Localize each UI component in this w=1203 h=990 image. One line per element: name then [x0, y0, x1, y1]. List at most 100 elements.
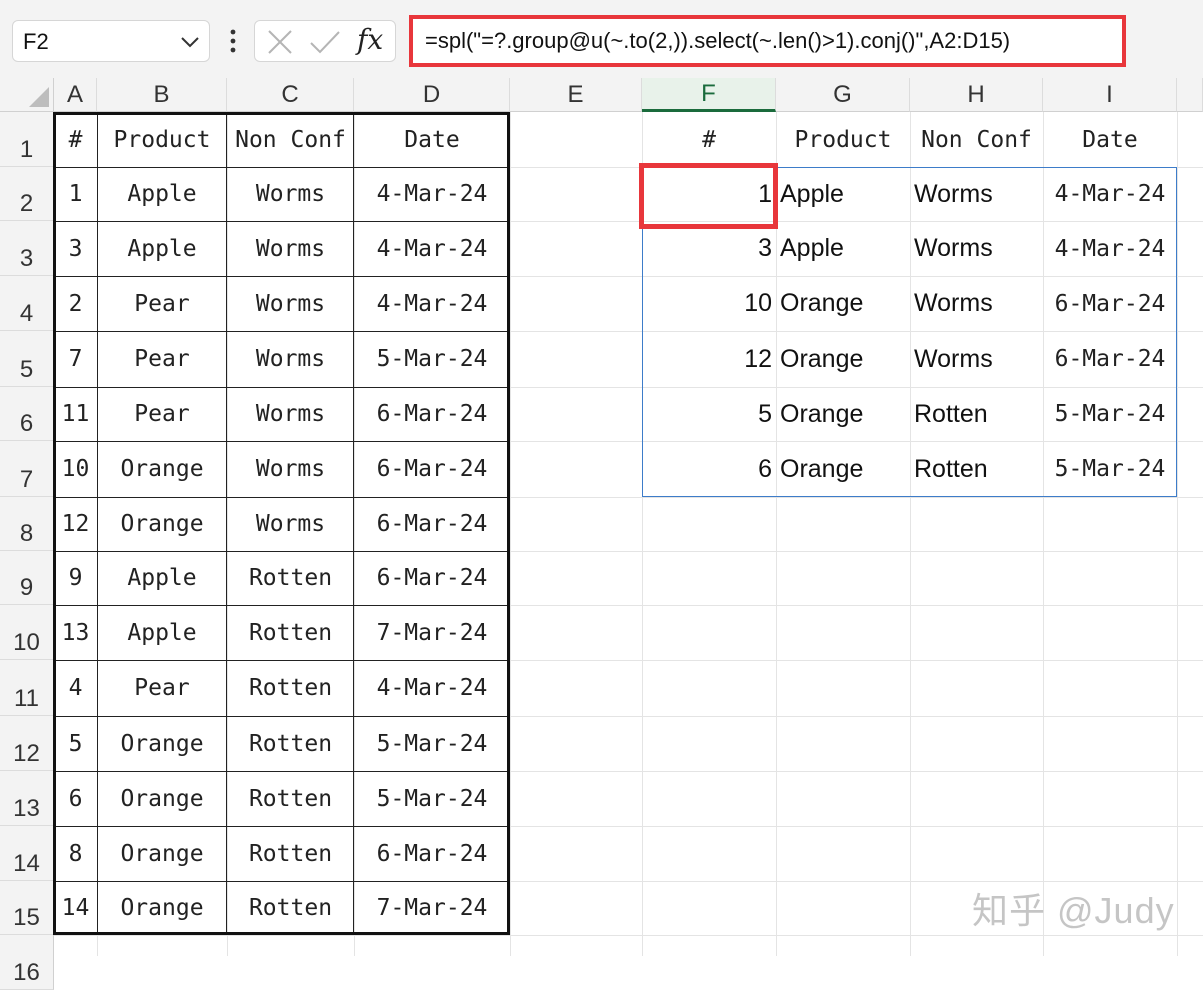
result-cell-hash[interactable]: 10: [642, 276, 776, 331]
enter-check-icon[interactable]: [309, 29, 341, 55]
result-header-hash[interactable]: #: [642, 112, 776, 167]
source-cell-date[interactable]: 5-Mar-24: [354, 716, 510, 771]
result-cell-hash[interactable]: 12: [642, 331, 776, 387]
result-cell-date[interactable]: 4-Mar-24: [1043, 167, 1177, 221]
source-cell-date[interactable]: 4-Mar-24: [354, 660, 510, 716]
source-header-hash[interactable]: #: [54, 112, 97, 167]
source-cell-product[interactable]: Orange: [97, 441, 227, 497]
result-cell-hash[interactable]: 3: [642, 221, 776, 276]
source-cell-date[interactable]: 7-Mar-24: [354, 881, 510, 935]
source-cell-product[interactable]: Apple: [97, 167, 227, 221]
result-cell-date[interactable]: 4-Mar-24: [1043, 221, 1177, 276]
source-cell-date[interactable]: 6-Mar-24: [354, 826, 510, 881]
source-cell-non-conf[interactable]: Rotten: [227, 771, 354, 826]
name-box[interactable]: F2: [12, 20, 210, 62]
source-cell-hash[interactable]: 6: [54, 771, 97, 826]
source-cell-product[interactable]: Pear: [97, 276, 227, 331]
result-cell-product[interactable]: Orange: [776, 276, 910, 331]
source-cell-product[interactable]: Pear: [97, 387, 227, 441]
result-cell-non-conf[interactable]: Rotten: [910, 387, 1043, 441]
result-cell-hash[interactable]: 5: [642, 387, 776, 441]
row-header-10[interactable]: 10: [0, 605, 54, 660]
source-cell-product[interactable]: Apple: [97, 605, 227, 660]
column-header-a[interactable]: A: [54, 78, 97, 112]
source-cell-hash[interactable]: 12: [54, 497, 97, 551]
source-cell-non-conf[interactable]: Rotten: [227, 605, 354, 660]
source-cell-date[interactable]: 6-Mar-24: [354, 441, 510, 497]
source-cell-hash[interactable]: 7: [54, 331, 97, 387]
row-header-4[interactable]: 4: [0, 276, 54, 331]
spreadsheet-grid[interactable]: ABCDEFGHI 1 2 3 4 5 6 7 8 9 10 11 12 13 14 15 16 # Produ…: [0, 78, 1203, 990]
more-options-icon[interactable]: [226, 26, 240, 56]
result-cell-product[interactable]: Orange: [776, 387, 910, 441]
source-cell-hash[interactable]: 9: [54, 551, 97, 605]
cancel-icon[interactable]: [267, 29, 293, 55]
source-cell-hash[interactable]: 10: [54, 441, 97, 497]
source-cell-date[interactable]: 4-Mar-24: [354, 167, 510, 221]
source-cell-non-conf[interactable]: Rotten: [227, 660, 354, 716]
result-cell-non-conf[interactable]: Worms: [910, 276, 1043, 331]
source-cell-non-conf[interactable]: Worms: [227, 497, 354, 551]
result-cell-product[interactable]: Orange: [776, 331, 910, 387]
result-cell-date[interactable]: 6-Mar-24: [1043, 331, 1177, 387]
source-cell-product[interactable]: Pear: [97, 331, 227, 387]
source-cell-hash[interactable]: 5: [54, 716, 97, 771]
source-cell-non-conf[interactable]: Rotten: [227, 551, 354, 605]
result-header-non-conf[interactable]: Non Conf: [910, 112, 1043, 167]
source-cell-date[interactable]: 7-Mar-24: [354, 605, 510, 660]
result-cell-hash[interactable]: 1: [642, 167, 776, 221]
source-cell-non-conf[interactable]: Worms: [227, 441, 354, 497]
source-cell-hash[interactable]: 3: [54, 221, 97, 276]
formula-input[interactable]: =spl("=?.group@u(~.to(2,)).select(~.len(…: [409, 15, 1126, 67]
source-cell-hash[interactable]: 14: [54, 881, 97, 935]
result-cell-non-conf[interactable]: Worms: [910, 221, 1043, 276]
source-cell-non-conf[interactable]: Worms: [227, 221, 354, 276]
row-header-6[interactable]: 6: [0, 387, 54, 441]
source-cell-non-conf[interactable]: Worms: [227, 331, 354, 387]
result-cell-non-conf[interactable]: Worms: [910, 331, 1043, 387]
source-cell-non-conf[interactable]: Rotten: [227, 826, 354, 881]
column-header-h[interactable]: H: [910, 78, 1043, 112]
source-cell-date[interactable]: 6-Mar-24: [354, 497, 510, 551]
column-header-g[interactable]: G: [776, 78, 910, 112]
source-cell-non-conf[interactable]: Rotten: [227, 881, 354, 935]
source-header-non-conf[interactable]: Non Conf: [227, 112, 354, 167]
column-header-e[interactable]: E: [510, 78, 642, 112]
source-cell-hash[interactable]: 8: [54, 826, 97, 881]
row-header-9[interactable]: 9: [0, 551, 54, 605]
result-cell-product[interactable]: Apple: [776, 221, 910, 276]
row-header-7[interactable]: 7: [0, 441, 54, 497]
source-cell-date[interactable]: 6-Mar-24: [354, 387, 510, 441]
source-cell-date[interactable]: 6-Mar-24: [354, 551, 510, 605]
source-cell-product[interactable]: Orange: [97, 497, 227, 551]
result-header-product[interactable]: Product: [776, 112, 910, 167]
source-cell-date[interactable]: 4-Mar-24: [354, 221, 510, 276]
row-header-3[interactable]: 3: [0, 221, 54, 276]
source-cell-date[interactable]: 5-Mar-24: [354, 331, 510, 387]
chevron-down-icon[interactable]: [179, 31, 201, 53]
source-cell-non-conf[interactable]: Rotten: [227, 716, 354, 771]
result-cell-non-conf[interactable]: Rotten: [910, 441, 1043, 497]
column-header-i[interactable]: I: [1043, 78, 1177, 112]
row-header-14[interactable]: 14: [0, 826, 54, 881]
row-header-1[interactable]: 1: [0, 112, 54, 167]
result-cell-non-conf[interactable]: Worms: [910, 167, 1043, 221]
column-header-f[interactable]: F: [642, 78, 776, 112]
source-cell-product[interactable]: Apple: [97, 221, 227, 276]
row-header-11[interactable]: 11: [0, 660, 54, 716]
insert-function-icon[interactable]: fx: [357, 23, 383, 56]
row-header-16[interactable]: 16: [0, 935, 54, 990]
source-cell-hash[interactable]: 11: [54, 387, 97, 441]
column-header-c[interactable]: C: [227, 78, 354, 112]
result-header-date[interactable]: Date: [1043, 112, 1177, 167]
source-cell-non-conf[interactable]: Worms: [227, 167, 354, 221]
source-cell-date[interactable]: 4-Mar-24: [354, 276, 510, 331]
row-header-8[interactable]: 8: [0, 497, 54, 551]
source-header-product[interactable]: Product: [97, 112, 227, 167]
result-cell-date[interactable]: 6-Mar-24: [1043, 276, 1177, 331]
row-header-2[interactable]: 2: [0, 167, 54, 221]
source-cell-product[interactable]: Orange: [97, 881, 227, 935]
source-cell-date[interactable]: 5-Mar-24: [354, 771, 510, 826]
row-header-13[interactable]: 13: [0, 771, 54, 826]
column-header-d[interactable]: D: [354, 78, 510, 112]
